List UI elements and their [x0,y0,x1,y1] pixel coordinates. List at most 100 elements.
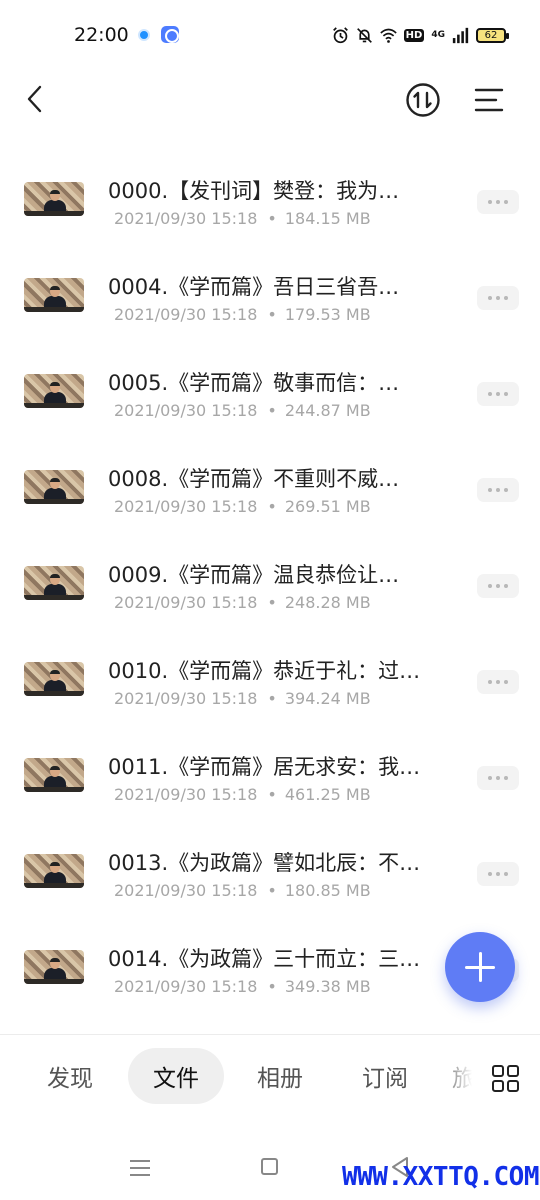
file-title: 0008.《学而篇》不重则不威… [108,467,400,491]
tab-discover[interactable]: 发现 [32,1048,108,1104]
top-bar [0,72,540,132]
file-row[interactable]: 0004.《学而篇》吾日三省吾… 2021/09/30 15:18 • 179.53… [0,234,540,330]
more-icon-dot [496,680,500,684]
file-title: 0004.《学而篇》吾日三省吾… [108,275,400,299]
file-size: 180.85 MB [284,881,371,900]
more-icon-dot [504,200,508,204]
more-options-button[interactable] [477,190,519,214]
file-title: 0010.《学而篇》恭近于礼：过… [108,659,421,683]
file-title: 0009.《学而篇》温良恭俭让… [108,563,400,587]
file-size: 184.15 MB [284,209,371,228]
more-icon-dot [504,680,508,684]
file-meta: 2021/09/30 15:18 • 180.85 MB [114,881,371,900]
network-type: 4G [431,30,445,40]
video-thumbnail [24,182,84,216]
video-thumbnail [24,662,84,696]
video-thumbnail [24,758,84,792]
file-meta: 2021/09/30 15:18 • 461.25 MB [114,785,371,804]
more-icon-dot [504,392,508,396]
back-button[interactable] [18,82,52,116]
status-bar: 22:00 HD 4G 62 [0,0,540,72]
file-meta: 2021/09/30 15:18 • 184.15 MB [114,209,371,228]
more-icon-dot [496,200,500,204]
separator-dot: • [267,881,277,900]
more-options-button[interactable] [477,382,519,406]
file-date: 2021/09/30 15:18 [114,497,258,516]
more-icon-dot [488,200,492,204]
more-options-button[interactable] [477,862,519,886]
chevron-left-icon [27,85,42,113]
tab-subscriptions[interactable]: 订阅 [347,1048,423,1104]
video-thumbnail [24,854,84,888]
file-size: 179.53 MB [284,305,371,324]
file-row[interactable]: 0011.《学而篇》居无求安：我… 2021/09/30 15:18 • 461.2… [0,714,540,810]
tab-files[interactable]: 文件 [128,1048,224,1104]
file-row[interactable]: 0000.【发刊词】樊登：我为… 2021/09/30 15:18 • 184.15… [0,138,540,234]
file-date: 2021/09/30 15:18 [114,977,258,996]
file-title: 0014.《为政篇》三十而立：三… [108,947,421,971]
menu-button[interactable] [470,82,508,118]
video-thumbnail [24,950,84,984]
separator-dot: • [267,209,277,228]
signal-icon [452,27,469,43]
more-icon-dot [496,872,500,876]
file-meta: 2021/09/30 15:18 • 244.87 MB [114,401,371,420]
file-date: 2021/09/30 15:18 [114,689,258,708]
more-icon-dot [504,488,508,492]
video-thumbnail [24,278,84,312]
file-row[interactable]: 0010.《学而篇》恭近于礼：过… 2021/09/30 15:18 • 394.2… [0,618,540,714]
file-size: 394.24 MB [284,689,371,708]
more-icon-dot [488,584,492,588]
status-time: 22:00 [74,24,129,46]
hd-badge: HD [403,28,425,42]
more-icon-dot [496,488,500,492]
more-icon-dot [504,296,508,300]
file-title: 0013.《为政篇》譬如北辰：不… [108,851,421,875]
video-thumbnail [24,374,84,408]
file-meta: 2021/09/30 15:18 • 269.51 MB [114,497,371,516]
more-icon-dot [488,776,492,780]
more-icon-dot [496,584,500,588]
file-size: 349.38 MB [284,977,371,996]
bottom-tab-bar: 发现 文件 相册 订阅 旅 [0,1035,540,1125]
more-options-button[interactable] [477,670,519,694]
more-options-button[interactable] [477,574,519,598]
file-size: 461.25 MB [284,785,371,804]
menu-icon [474,88,504,112]
more-options-button[interactable] [477,478,519,502]
tab-album[interactable]: 相册 [242,1048,318,1104]
more-options-button[interactable] [477,286,519,310]
more-icon-dot [488,680,492,684]
file-list: 0000.【发刊词】樊登：我为… 2021/09/30 15:18 • 184.15… [0,138,540,1002]
mute-icon [356,27,372,43]
more-icon-dot [504,584,508,588]
separator-dot: • [267,689,277,708]
more-icon-dot [496,296,500,300]
add-button[interactable] [445,932,515,1002]
alarm-icon [332,26,348,43]
more-icon-dot [488,296,492,300]
file-date: 2021/09/30 15:18 [114,593,258,612]
more-icon-dot [496,392,500,396]
file-row[interactable]: 0008.《学而篇》不重则不威… 2021/09/30 15:18 • 269.51… [0,426,540,522]
more-options-button[interactable] [477,766,519,790]
nav-menu-icon[interactable] [130,1158,150,1176]
status-icons: HD 4G 62 [332,24,509,46]
more-icon-dot [504,776,508,780]
file-size: 244.87 MB [284,401,371,420]
sort-icon [406,83,440,117]
file-row[interactable]: 0005.《学而篇》敬事而信：… 2021/09/30 15:18 • 244.87… [0,330,540,426]
file-size: 248.28 MB [284,593,371,612]
grid-icon[interactable] [490,1063,522,1095]
more-icon-dot [488,872,492,876]
file-date: 2021/09/30 15:18 [114,209,258,228]
more-icon-dot [488,488,492,492]
file-row[interactable]: 0009.《学而篇》温良恭俭让… 2021/09/30 15:18 • 248.28… [0,522,540,618]
nav-home-icon[interactable] [261,1158,278,1175]
file-meta: 2021/09/30 15:18 • 248.28 MB [114,593,371,612]
separator-dot: • [267,593,277,612]
video-thumbnail [24,566,84,600]
file-row[interactable]: 0013.《为政篇》譬如北辰：不… 2021/09/30 15:18 • 180.8… [0,810,540,906]
sort-button[interactable] [404,81,442,119]
watermark-text: WWW.XXTTQ.COM [342,1162,540,1192]
